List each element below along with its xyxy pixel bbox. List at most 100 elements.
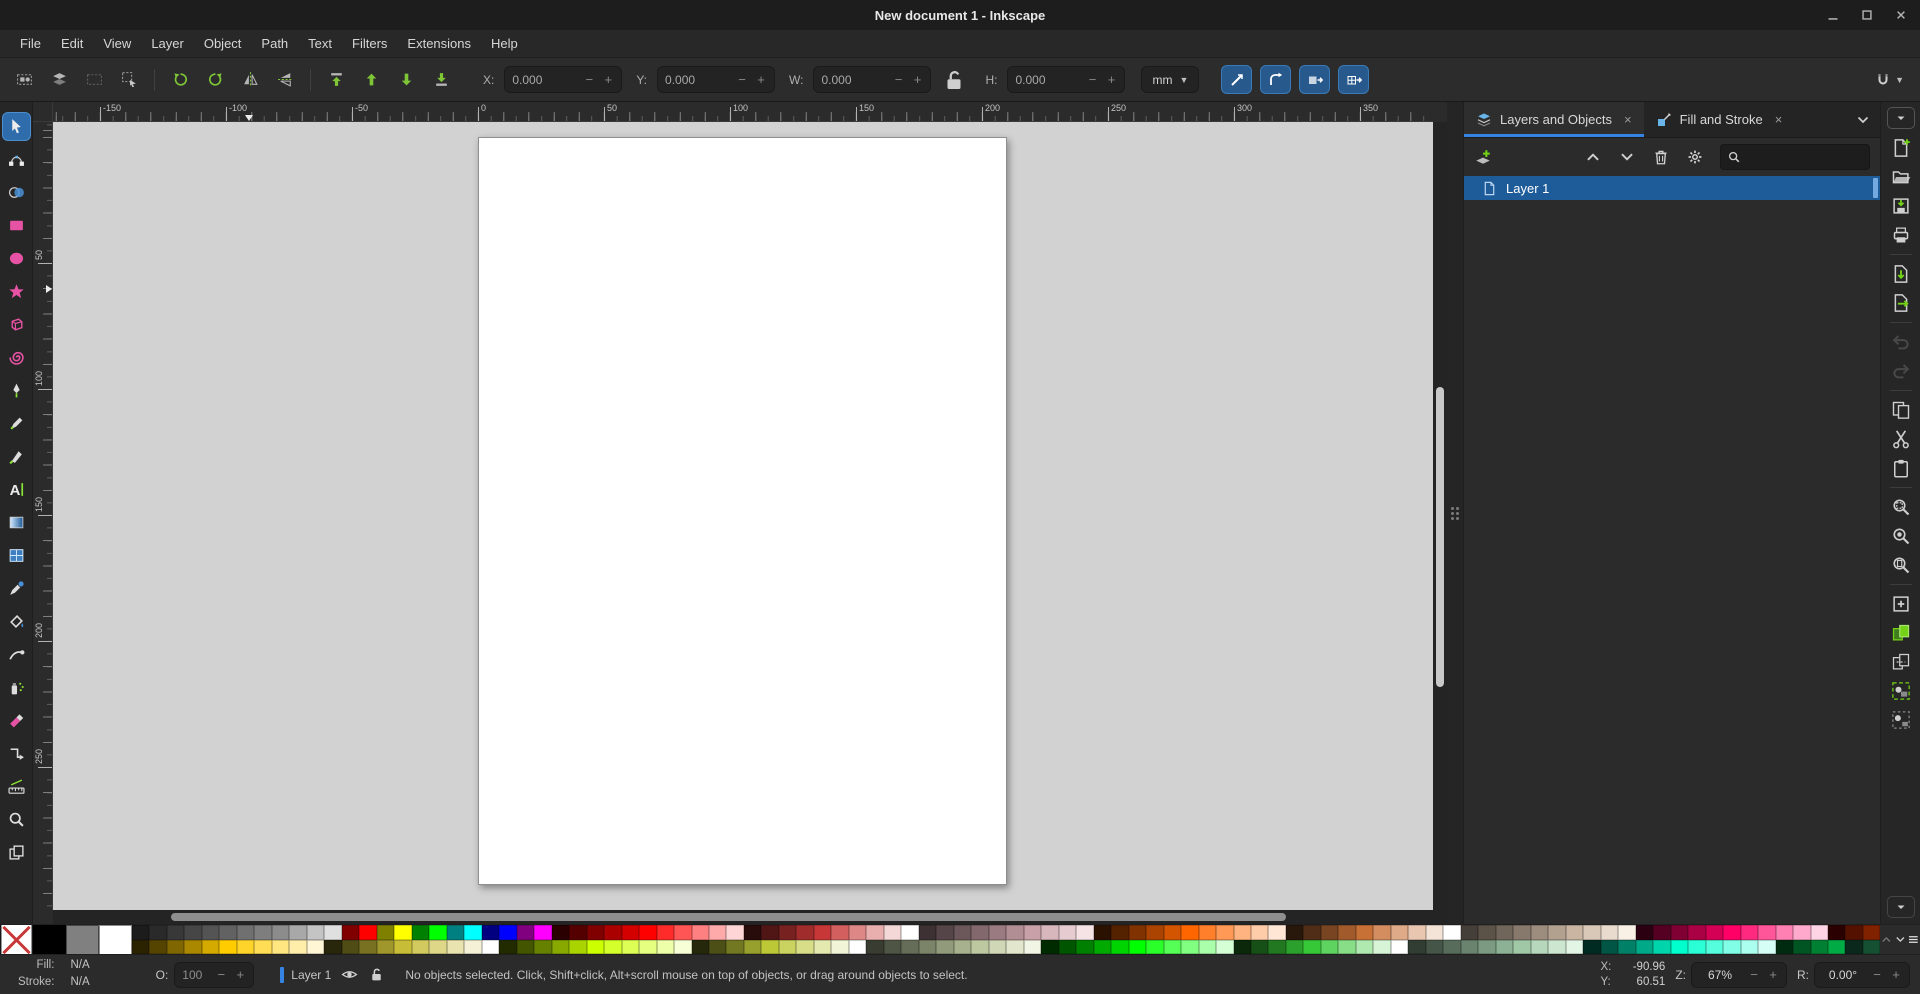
palette-swatch[interactable] [674,925,692,940]
zoom-field[interactable]: 67% − + [1691,961,1787,988]
palette-swatch[interactable] [761,925,779,940]
palette-swatch[interactable] [446,939,465,954]
palette-swatch[interactable] [1163,925,1182,940]
duplicate-button[interactable] [1891,594,1911,614]
palette-swatch[interactable] [376,939,395,954]
palette-swatch[interactable] [1268,925,1286,940]
tool-pen[interactable] [2,376,31,405]
palette-swatch[interactable] [1600,939,1619,954]
palette-swatch[interactable] [1181,925,1199,940]
rotate-ccw-button[interactable] [166,66,194,94]
tool-dropper[interactable] [2,574,31,603]
palette-swatch[interactable] [1827,925,1846,940]
palette-swatch[interactable] [1128,939,1147,954]
layer-lock-icon[interactable] [368,966,385,983]
palette-swatch[interactable] [988,925,1007,940]
palette-swatch[interactable] [219,925,237,940]
palette-swatch[interactable] [1216,939,1234,954]
palette-swatch[interactable] [1303,925,1321,940]
palette-swatch[interactable] [586,925,605,940]
palette-swatch[interactable] [534,925,552,940]
palette-scroll-up-icon[interactable] [1880,933,1893,946]
tool-selector[interactable] [1,112,31,141]
palette-swatch[interactable] [201,925,220,940]
palette-swatch[interactable] [621,925,640,940]
layer-settings-button[interactable] [1686,148,1704,166]
palette-swatch[interactable] [1583,925,1601,940]
y-increment[interactable]: + [755,72,767,87]
commandbar-overflow-button[interactable] [1886,896,1915,918]
palette-scroll-down-icon[interactable] [1894,933,1907,946]
palette-swatch[interactable] [1862,925,1880,940]
tool-node-editor[interactable] [2,145,31,174]
palette-swatch[interactable] [1268,939,1286,954]
palette-swatch[interactable] [971,939,989,954]
group-button[interactable] [1891,681,1911,701]
w-increment[interactable]: + [911,72,923,87]
palette-swatch[interactable] [1163,939,1182,954]
rotation-field[interactable]: 0.00° − + [1814,961,1910,988]
palette-swatch[interactable] [918,925,937,940]
palette-swatch[interactable] [1670,925,1689,940]
palette-swatch[interactable] [1408,939,1426,954]
scale-corners-toggle[interactable] [1260,65,1292,94]
palette-swatch[interactable] [1635,925,1654,940]
create-clone-button[interactable] [1891,623,1911,643]
palette-swatch[interactable] [1285,939,1304,954]
palette-swatch[interactable] [1355,939,1374,954]
opacity-field[interactable]: 100 − + [174,961,255,988]
palette-swatch[interactable] [254,925,272,940]
zoom-page-button[interactable] [1891,555,1911,575]
palette-swatch[interactable] [1810,939,1828,954]
palette-swatch[interactable] [1058,939,1077,954]
lower-to-bottom-button[interactable] [427,66,455,94]
menu-view[interactable]: View [93,32,141,55]
lock-ratio-icon[interactable] [941,67,967,93]
palette-swatch[interactable] [1460,939,1479,954]
palette-swatch[interactable] [813,925,832,940]
tool-rectangle[interactable] [2,211,31,240]
palette-swatch[interactable] [394,939,412,954]
palette-swatch[interactable] [1618,939,1636,954]
redo-button[interactable] [1891,361,1911,381]
menu-help[interactable]: Help [481,32,528,55]
palette-swatch[interactable] [1530,939,1549,954]
palette-swatch[interactable] [1058,925,1077,940]
palette-swatch[interactable] [936,925,954,940]
palette-swatch[interactable] [866,925,884,940]
palette-swatch[interactable] [429,939,447,954]
palette-swatch[interactable] [1810,925,1828,940]
maximize-button[interactable] [1858,6,1876,24]
palette-swatch[interactable] [656,939,675,954]
palette-swatch[interactable] [271,939,290,954]
palette-swatch[interactable] [1425,939,1444,954]
palette-swatch[interactable] [1006,925,1024,940]
palette-swatch[interactable] [499,925,517,940]
units-dropdown[interactable]: mm ▼ [1141,66,1200,93]
palette-swatch[interactable] [708,925,727,940]
palette-swatch[interactable] [1355,925,1374,940]
palette-swatch[interactable] [99,925,132,954]
palette-swatch[interactable] [691,939,709,954]
palette-swatch[interactable] [1740,939,1759,954]
palette-swatch[interactable] [324,939,342,954]
snap-toggle-button[interactable]: ▼ [1869,69,1910,91]
palette-swatch[interactable] [1635,939,1654,954]
tool-ellipse[interactable] [2,244,31,273]
lower-button[interactable] [392,66,420,94]
palette-swatch[interactable] [918,939,937,954]
palette-swatch[interactable] [1688,939,1706,954]
palette-swatch[interactable] [1653,939,1671,954]
palette-swatch[interactable] [359,939,377,954]
y-field[interactable]: 0.000 − + [657,66,776,93]
ruler-corner[interactable] [33,102,53,122]
palette-swatch[interactable] [166,925,185,940]
palette-swatch[interactable] [586,939,605,954]
zoom-increment[interactable]: + [1767,967,1779,982]
palette-swatch[interactable] [1181,939,1199,954]
document-new-button[interactable] [1891,138,1911,158]
close-icon[interactable]: × [1624,112,1632,127]
palette-swatch[interactable] [569,925,587,940]
palette-swatch[interactable] [1320,925,1339,940]
palette-swatch[interactable] [1565,939,1584,954]
